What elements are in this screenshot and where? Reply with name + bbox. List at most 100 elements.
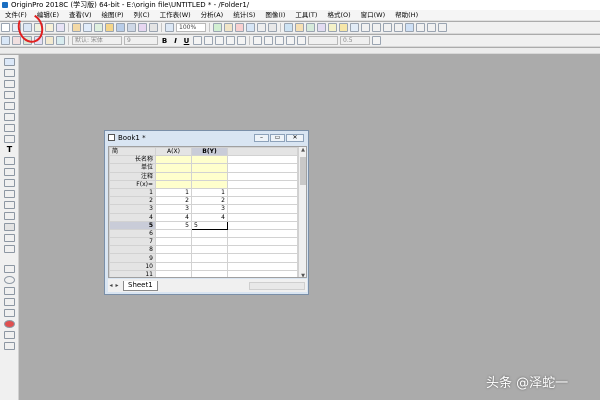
plot-scatter-icon[interactable] <box>12 36 21 45</box>
column-header-a[interactable]: A(X) <box>155 147 192 157</box>
circle-tool-icon[interactable] <box>4 276 15 284</box>
greek-icon[interactable] <box>215 36 224 45</box>
chart-icon[interactable] <box>306 23 315 32</box>
row-number[interactable]: 6 <box>109 228 156 239</box>
insert-image-icon[interactable] <box>4 287 15 295</box>
data-selector-icon[interactable] <box>4 113 15 121</box>
data-cell[interactable]: 1 <box>155 187 192 198</box>
set-error-icon[interactable] <box>427 23 436 32</box>
data-cell[interactable] <box>191 261 228 271</box>
pattern-icon[interactable] <box>286 36 295 45</box>
data-cell[interactable] <box>191 228 228 239</box>
insert-graph-icon[interactable] <box>4 223 15 231</box>
zoom-icon[interactable] <box>165 23 174 32</box>
data-reader-icon[interactable] <box>4 102 15 110</box>
scroll-down-icon[interactable]: ▼ <box>299 273 306 277</box>
palette-icon[interactable] <box>4 265 15 273</box>
menu-tools[interactable]: 工具(T) <box>290 10 322 20</box>
add-column-icon[interactable] <box>350 23 359 32</box>
meta-label-formula[interactable]: F(x)= <box>109 179 156 189</box>
row-number[interactable]: 2 <box>109 196 156 206</box>
text-tool-icon[interactable]: T <box>4 146 15 154</box>
statistics-icon[interactable] <box>383 23 392 32</box>
data-cell[interactable] <box>155 261 192 271</box>
new-project-icon[interactable] <box>1 23 10 32</box>
row-number[interactable]: 3 <box>109 204 156 214</box>
annotation-icon[interactable] <box>4 157 15 165</box>
menu-help[interactable]: 帮助(H) <box>390 10 423 20</box>
legend-icon[interactable] <box>4 309 15 317</box>
worksheet-grid[interactable]: 简 A(X) B(Y) 长名称 单位 注释 F(x)= 1 1 1 2 2 2 … <box>108 146 307 278</box>
scroll-up-icon[interactable]: ▲ <box>299 147 306 153</box>
bold-button[interactable]: B <box>160 37 169 45</box>
import-wizard-icon[interactable] <box>94 23 103 32</box>
apps-icon[interactable] <box>295 23 304 32</box>
sheet-next-icon[interactable]: ▸ <box>114 282 120 289</box>
window-icon[interactable] <box>4 331 15 339</box>
data-cell[interactable] <box>155 269 192 277</box>
data-cell[interactable] <box>155 228 192 239</box>
data-cell[interactable]: 2 <box>191 196 228 206</box>
set-label-icon[interactable] <box>438 23 447 32</box>
plot-3d-icon[interactable] <box>56 36 65 45</box>
underline-button[interactable]: U <box>182 37 191 45</box>
command-window-icon[interactable] <box>268 23 277 32</box>
scroll-thumb[interactable] <box>300 157 306 185</box>
symbol-icon[interactable] <box>372 36 381 45</box>
superscript-icon[interactable] <box>193 36 202 45</box>
meta-cell[interactable] <box>191 163 228 173</box>
new-function-icon[interactable] <box>56 23 65 32</box>
data-cell[interactable] <box>155 245 192 255</box>
meta-cell[interactable] <box>191 179 228 189</box>
row-number-selected[interactable]: 5 <box>109 220 156 230</box>
italic-button[interactable]: I <box>171 37 180 45</box>
subscript-icon[interactable] <box>204 36 213 45</box>
meta-cell[interactable] <box>155 179 192 189</box>
data-cell[interactable] <box>155 253 192 263</box>
active-cell[interactable]: 5 <box>191 220 228 230</box>
data-cell[interactable] <box>191 269 228 277</box>
font-combo[interactable]: 默认: 宋体 <box>72 36 122 45</box>
open-folder-icon[interactable] <box>105 23 114 32</box>
save-icon[interactable] <box>116 23 125 32</box>
data-cell[interactable]: 2 <box>155 196 192 206</box>
data-cell[interactable] <box>191 237 228 247</box>
save-template-icon[interactable] <box>127 23 136 32</box>
data-cell[interactable]: 4 <box>155 212 192 222</box>
column-header-b[interactable]: B(Y) <box>191 147 228 157</box>
set-y-icon[interactable] <box>405 23 414 32</box>
region-mask-icon[interactable] <box>4 124 15 132</box>
menu-image[interactable]: 图像(I) <box>260 10 290 20</box>
results-log-icon[interactable] <box>257 23 266 32</box>
insert-layer-icon[interactable] <box>4 298 15 306</box>
vertical-scrollbar[interactable]: ▲ ▼ <box>298 147 306 277</box>
meta-cell[interactable] <box>191 155 228 165</box>
meta-label-long-name[interactable]: 长名称 <box>109 155 156 165</box>
insert-chart-icon[interactable] <box>4 245 15 253</box>
plot-line-icon[interactable] <box>1 36 10 45</box>
plot-contour-icon[interactable] <box>45 36 54 45</box>
border-color-icon[interactable] <box>275 36 284 45</box>
smart-hint-icon[interactable] <box>339 23 348 32</box>
row-number[interactable]: 7 <box>109 237 156 247</box>
layout-icon[interactable] <box>317 23 326 32</box>
menu-view[interactable]: 查看(V) <box>64 10 97 20</box>
menu-window[interactable]: 窗口(W) <box>356 10 391 20</box>
meta-cell[interactable] <box>155 163 192 173</box>
set-x-icon[interactable] <box>394 23 403 32</box>
row-number[interactable]: 8 <box>109 245 156 255</box>
row-number[interactable]: 4 <box>109 212 156 222</box>
sheet-tab-sheet1[interactable]: Sheet1 <box>123 280 158 291</box>
corner-header[interactable]: 简 <box>109 147 156 157</box>
zoom-in-icon[interactable] <box>4 69 15 77</box>
code-builder-icon[interactable] <box>284 23 293 32</box>
import-ascii-icon[interactable] <box>83 23 92 32</box>
data-cell[interactable]: 5 <box>155 220 192 230</box>
pointer-icon[interactable] <box>4 58 15 66</box>
increase-font-icon[interactable] <box>226 36 235 45</box>
data-cell[interactable]: 1 <box>191 187 228 198</box>
set-z-icon[interactable] <box>416 23 425 32</box>
screen-reader-icon[interactable] <box>4 91 15 99</box>
horizontal-scrollbar[interactable] <box>249 281 305 290</box>
menu-format[interactable]: 格式(O) <box>322 10 355 20</box>
